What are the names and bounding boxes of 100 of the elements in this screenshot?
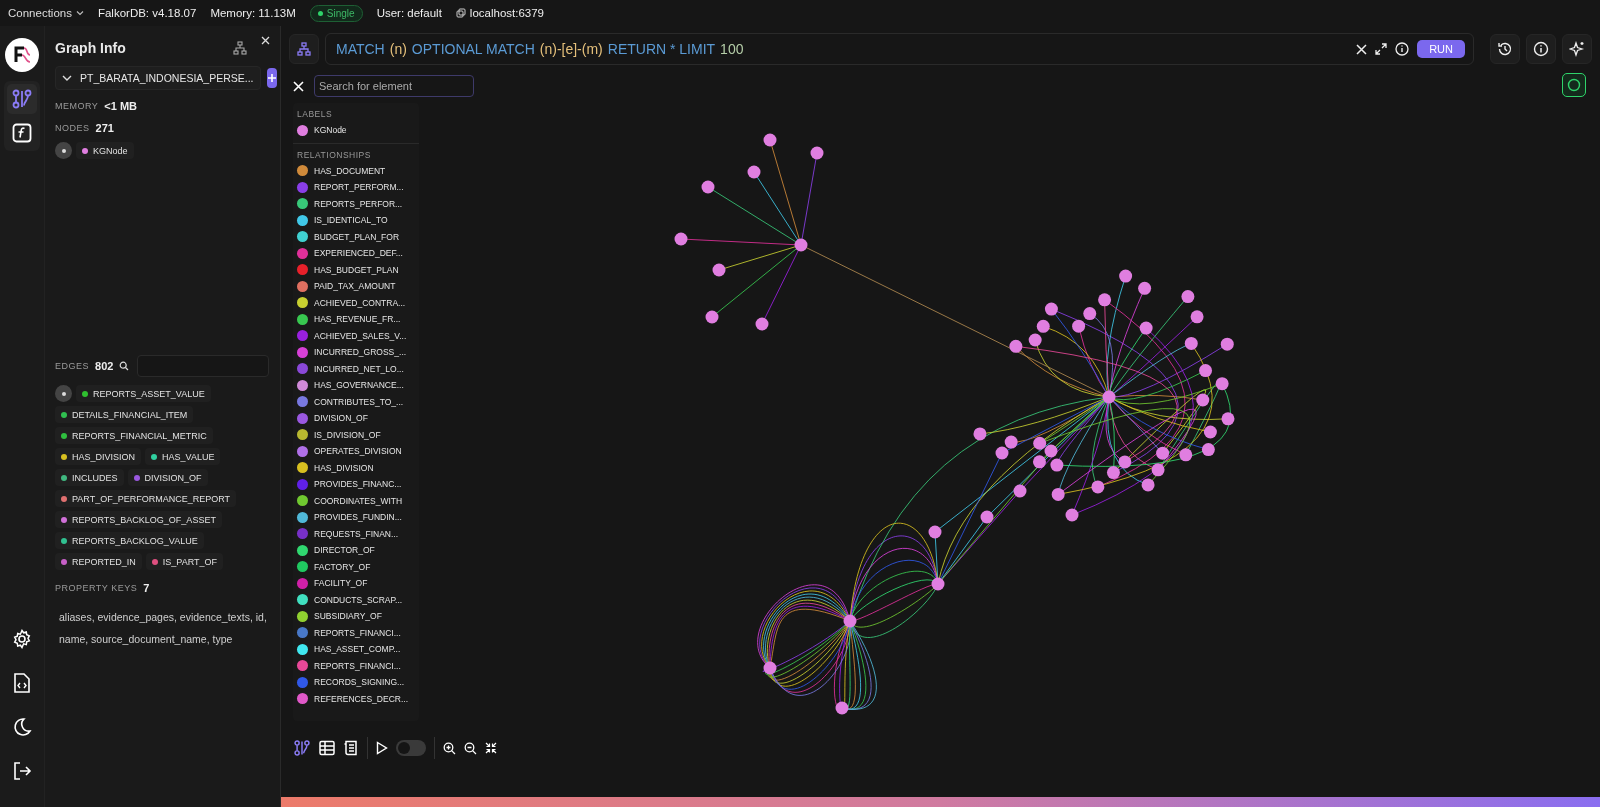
legend-item[interactable]: CONDUCTS_SCRAP... <box>297 591 415 608</box>
legend-item[interactable]: REPORTS_FINANCI... <box>297 624 415 641</box>
status-button[interactable] <box>1562 73 1586 97</box>
copy-icon[interactable] <box>455 8 466 18</box>
sparkle-icon <box>1569 41 1585 57</box>
query-token: (n) <box>389 41 407 57</box>
query-editor[interactable]: MATCH (n) OPTIONAL MATCH (n)-[e]-(m) RETURN * LIMIT 100 RUN <box>325 33 1474 65</box>
legend-item[interactable]: RECORDS_SIGNING... <box>297 674 415 691</box>
app-logo[interactable] <box>5 38 39 72</box>
graph-nodes[interactable] <box>674 133 1235 715</box>
legend-item[interactable]: SUBSIDIARY_OF <box>297 608 415 625</box>
legend-item[interactable]: CONTRIBUTES_TO_... <box>297 393 415 410</box>
legend-item[interactable]: PROVIDES_FUNDIN... <box>297 509 415 526</box>
legend-item[interactable]: HAS_BUDGET_PLAN <box>297 261 415 278</box>
all-edges-button[interactable] <box>55 385 72 402</box>
legend-item[interactable]: HAS_DIVISION <box>297 459 415 476</box>
edge-type-chip[interactable]: IS_PART_OF <box>145 553 224 570</box>
legend-item[interactable]: INCURRED_GROSS_... <box>297 344 415 361</box>
search-field[interactable]: Search for element <box>314 75 474 97</box>
legend-item[interactable]: HAS_DOCUMENT <box>297 162 415 179</box>
edge-type-chip[interactable]: HAS_DIVISION <box>55 448 142 465</box>
logout-icon <box>12 761 32 781</box>
graph-select[interactable]: PT_BARATA_INDONESIA_PERSE... <box>55 66 261 90</box>
play-icon[interactable] <box>376 741 388 755</box>
version-label: FalkorDB: v4.18.07 <box>97 7 197 19</box>
property-keys-count: 7 <box>143 582 150 594</box>
legend-item[interactable]: OPERATES_DIVISION <box>297 443 415 460</box>
legend-item[interactable]: REFERENCES_DECR... <box>297 690 415 707</box>
edge-type-chip[interactable]: REPORTED_IN <box>55 553 142 570</box>
run-button[interactable]: RUN <box>1417 40 1465 58</box>
legend-item[interactable]: KGNode <box>297 122 415 139</box>
clear-icon[interactable] <box>1356 43 1368 55</box>
legend-item[interactable]: IS_DIVISION_OF <box>297 426 415 443</box>
legend-item[interactable]: DIRECTOR_OF <box>297 542 415 559</box>
close-icon[interactable] <box>261 36 270 45</box>
edge-type-chip[interactable]: PART_OF_PERFORMANCE_REPORT <box>55 490 237 507</box>
legend-item[interactable]: PAID_TAX_AMOUNT <box>297 278 415 295</box>
nodes-label: NODES <box>55 123 90 133</box>
moon-icon <box>12 717 32 737</box>
legend-item[interactable]: HAS_REVENUE_FR... <box>297 311 415 328</box>
table-icon <box>319 740 335 756</box>
metadata-view-button[interactable] <box>343 740 359 756</box>
expand-icon[interactable] <box>1375 43 1388 55</box>
legend-item[interactable]: REPORTS_FINANCI... <box>297 657 415 674</box>
legend-item[interactable]: ACHIEVED_CONTRA... <box>297 294 415 311</box>
history-button[interactable] <box>1490 34 1520 64</box>
legend-item[interactable]: REQUESTS_FINAN... <box>297 525 415 542</box>
graph-view-button[interactable] <box>293 739 311 757</box>
edge-type-chip[interactable]: DETAILS_FINANCIAL_ITEM <box>55 406 194 423</box>
legend-item[interactable]: REPORTS_PERFOR... <box>297 195 415 212</box>
edge-type-chip[interactable]: REPORTS_ASSET_VALUE <box>76 385 211 402</box>
all-labels-button[interactable] <box>55 142 72 159</box>
legend-item[interactable]: INCURRED_NET_LO... <box>297 360 415 377</box>
animation-toggle[interactable] <box>396 740 426 756</box>
legend-item[interactable]: HAS_ASSET_COMP... <box>297 641 415 658</box>
add-graph-button[interactable] <box>266 68 277 88</box>
edge-type-chip[interactable]: INCLUDES <box>55 469 124 486</box>
legend-item[interactable]: COORDINATES_WITH <box>297 492 415 509</box>
settings-icon <box>12 629 32 649</box>
edge-type-chip[interactable]: DIVISION_OF <box>127 469 208 486</box>
hierarchy-icon[interactable] <box>233 41 247 55</box>
edge-type-chip[interactable]: REPORTS_BACKLOG_VALUE <box>55 532 204 549</box>
legend-item[interactable]: BUDGET_PLAN_FOR <box>297 228 415 245</box>
user-label: User: default <box>376 7 442 19</box>
nodes-count: 271 <box>95 122 114 134</box>
code-file-icon <box>13 672 31 694</box>
fit-icon[interactable] <box>485 742 497 754</box>
scroll-icon <box>343 740 359 756</box>
query-token: MATCH <box>336 41 385 57</box>
legend-item[interactable]: FACTORY_OF <box>297 558 415 575</box>
connections-dropdown[interactable]: Connections <box>8 7 84 19</box>
zoom-in-icon[interactable] <box>443 741 456 755</box>
legend-item[interactable]: REPORT_PERFORM... <box>297 179 415 196</box>
legend-item[interactable]: DIVISION_OF <box>297 410 415 427</box>
history-icon <box>1497 41 1513 57</box>
label-chip[interactable]: KGNode <box>76 142 134 159</box>
panel-title: Graph Info <box>55 40 127 56</box>
edge-type-chip[interactable]: HAS_VALUE <box>145 448 221 465</box>
sparkle-button[interactable] <box>1562 34 1592 64</box>
legend-item[interactable]: EXPERIENCED_DEF... <box>297 245 415 262</box>
legend-item[interactable]: FACILITY_OF <box>297 575 415 592</box>
legend-item[interactable]: ACHIEVED_SALES_V... <box>297 327 415 344</box>
legend-item[interactable]: IS_IDENTICAL_TO <box>297 212 415 229</box>
memory-label: Memory: 11.13M <box>210 7 296 19</box>
info-button[interactable] <box>1526 34 1556 64</box>
legend-item[interactable]: PROVIDES_FINANC... <box>297 476 415 493</box>
memory-label: MEMORY <box>55 101 99 111</box>
query-token: 100 <box>720 41 744 57</box>
edge-type-chip[interactable]: REPORTS_BACKLOG_OF_ASSET <box>55 511 222 528</box>
legend-item[interactable]: HAS_GOVERNANCE... <box>297 377 415 394</box>
table-view-button[interactable] <box>319 740 335 756</box>
zoom-out-icon[interactable] <box>464 741 477 755</box>
query-token: RETURN * LIMIT <box>607 41 716 57</box>
memory-value: <1 MB <box>104 100 138 112</box>
hierarchy-icon <box>297 42 311 56</box>
edge-type-chip[interactable]: REPORTS_FINANCIAL_METRIC <box>55 427 213 444</box>
graph-view-button[interactable] <box>7 84 37 114</box>
section-title: LABELS <box>297 109 334 119</box>
info-icon[interactable] <box>1395 42 1410 56</box>
graph-button[interactable] <box>289 34 319 64</box>
